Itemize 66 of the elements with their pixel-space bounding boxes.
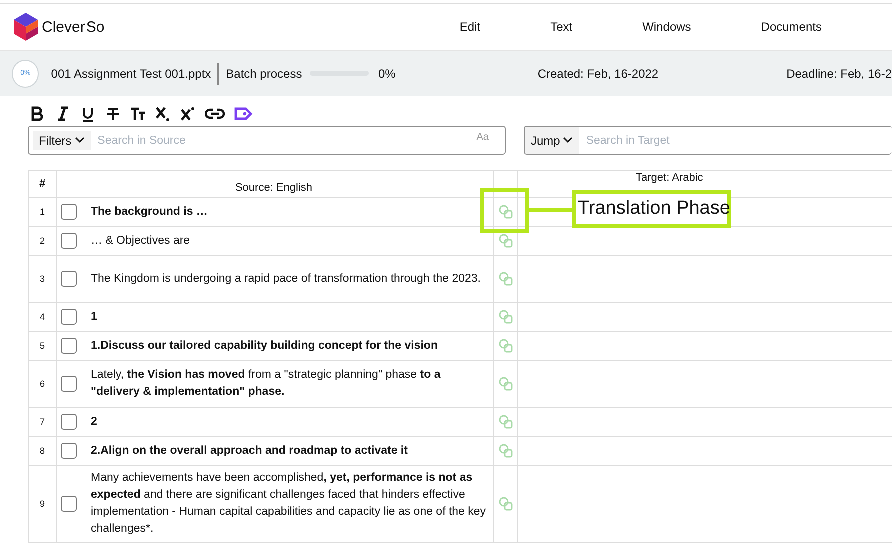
source-search-field[interactable]: Filters Search in Source Aa <box>28 126 506 155</box>
subscript-format-button[interactable] <box>155 106 171 122</box>
translate-icon <box>498 377 512 391</box>
underline-format-button[interactable] <box>80 106 96 122</box>
checkbox[interactable] <box>61 443 77 459</box>
strikethrough-format-button[interactable] <box>105 106 121 122</box>
row-number: 1 <box>28 198 56 226</box>
source-text: 2.Align on the overall approach and roadmap to activate it <box>91 444 409 458</box>
batch-label: Batch process <box>226 66 302 80</box>
translate-icon <box>498 234 512 248</box>
source-text: 1 <box>91 310 98 324</box>
row-number: 5 <box>28 332 56 360</box>
brand-name: Clever <box>42 18 86 36</box>
translate-icon <box>498 339 512 353</box>
target-search-field[interactable]: Jump Search in Target <box>524 126 892 155</box>
checkbox[interactable] <box>61 376 77 392</box>
source-text: 2 <box>91 414 98 430</box>
checkbox[interactable] <box>61 338 77 354</box>
source-text: Many achievements have been accomplished, yet, performance is not as expected and there are significant challenges faced that hinders effective implementation - Human capital capabilities and capacity lie as one of the key challenges*. <box>91 471 487 537</box>
chevron-down-icon <box>563 137 574 144</box>
menu-item[interactable]: Documents <box>761 20 822 34</box>
translate-icon <box>498 205 512 219</box>
checkbox[interactable] <box>61 309 77 325</box>
row-number: 7 <box>28 408 56 436</box>
translate-icon <box>498 415 512 429</box>
column-header: Source: English <box>56 171 493 197</box>
italic-format-button[interactable] <box>55 106 71 122</box>
checkbox[interactable] <box>61 204 77 220</box>
deadline-date: Deadline: Feb, 16-2 <box>786 66 892 80</box>
created-date: Created: Feb, 16-2022 <box>538 66 659 80</box>
bold-format-button[interactable] <box>30 106 46 122</box>
row-number: 3 <box>28 256 56 302</box>
superscript-format-button[interactable] <box>180 106 196 122</box>
link-format-button[interactable] <box>205 106 225 122</box>
logo-icon <box>14 13 38 41</box>
checkbox[interactable] <box>61 414 77 430</box>
tag-format-button[interactable] <box>234 106 254 122</box>
source-dropdown[interactable]: Filters <box>33 131 91 150</box>
translate-icon <box>498 497 512 511</box>
checkbox[interactable] <box>61 233 77 249</box>
source-text: The Kingdom is undergoing a rapid pace of transformation through the 2023. <box>91 272 482 286</box>
source-text: The background is … <box>91 204 209 220</box>
checkbox[interactable] <box>61 271 77 287</box>
highlight-frame <box>480 188 529 233</box>
file-name: 001 Assignment Test 001.pptx <box>51 62 220 84</box>
menu-item[interactable]: Text <box>550 20 573 34</box>
chevron-down-icon <box>74 137 85 144</box>
translate-icon <box>498 310 512 324</box>
menu-item[interactable]: Windows <box>642 20 692 34</box>
menu-item[interactable]: Edit <box>460 20 481 34</box>
source-text: 1.Discuss our tailored capability building concept for the vision <box>91 338 439 354</box>
source-text: Lately, the Vision has moved from a "strategic planning" phase to a "delivery & implementation" phase. <box>91 368 442 400</box>
row-number: 6 <box>28 361 56 407</box>
source-text: … & Objectives are <box>91 234 192 248</box>
brand-suffix: So <box>86 18 105 36</box>
progress-reading: 0% <box>378 66 396 80</box>
row-number: 2 <box>28 227 56 255</box>
row-number: 9 <box>28 466 56 542</box>
translate-icon <box>498 444 512 458</box>
checkbox[interactable] <box>61 496 77 512</box>
row-number: 4 <box>28 303 56 331</box>
text-size-format-button[interactable] <box>130 106 146 122</box>
column-header: # <box>28 171 56 197</box>
translate-icon <box>498 272 512 286</box>
row-number: 8 <box>28 437 56 465</box>
target-dropdown[interactable]: Jump <box>525 127 580 154</box>
